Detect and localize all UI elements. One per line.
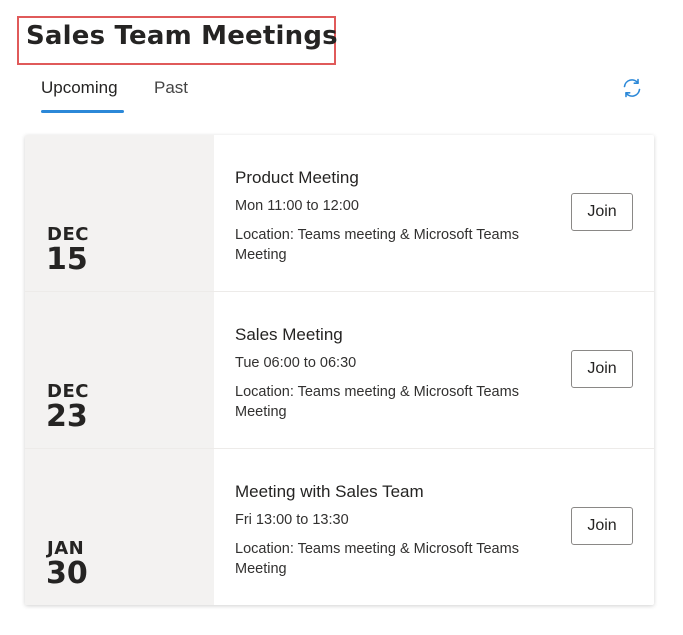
join-button[interactable]: Join bbox=[571, 507, 633, 545]
meeting-location: Location: Teams meeting & Microsoft Team… bbox=[235, 541, 519, 577]
date-column: DEC 23 bbox=[25, 292, 214, 448]
meeting-time: Mon 11:00 to 12:00 bbox=[235, 198, 359, 214]
meeting-title: Product Meeting bbox=[235, 168, 359, 187]
meeting-location: Location: Teams meeting & Microsoft Team… bbox=[235, 384, 519, 420]
meeting-title: Meeting with Sales Team bbox=[235, 482, 424, 501]
refresh-icon[interactable] bbox=[620, 76, 644, 100]
meeting-time: Tue 06:00 to 06:30 bbox=[235, 355, 357, 371]
active-tab-indicator bbox=[41, 110, 124, 113]
meeting-title: Sales Meeting bbox=[235, 325, 343, 344]
date-column: JAN 30 bbox=[25, 449, 214, 605]
meeting-item: DEC 23 Sales Meeting Tue 06:00 to 06:30 … bbox=[25, 292, 654, 449]
date-column: DEC 15 bbox=[25, 135, 214, 291]
meeting-day: 15 bbox=[46, 242, 88, 277]
meeting-time: Fri 13:00 to 13:30 bbox=[235, 512, 349, 528]
join-button[interactable]: Join bbox=[571, 350, 633, 388]
tab-past[interactable]: Past bbox=[154, 78, 188, 98]
tab-upcoming[interactable]: Upcoming bbox=[41, 78, 118, 98]
meeting-item: DEC 15 Product Meeting Mon 11:00 to 12:0… bbox=[25, 135, 654, 292]
meeting-day: 23 bbox=[46, 399, 88, 434]
page-title: Sales Team Meetings bbox=[26, 21, 338, 51]
meeting-item: JAN 30 Meeting with Sales Team Fri 13:00… bbox=[25, 449, 654, 605]
meeting-day: 30 bbox=[46, 556, 88, 591]
meeting-location: Location: Teams meeting & Microsoft Team… bbox=[235, 227, 519, 263]
meeting-list: DEC 15 Product Meeting Mon 11:00 to 12:0… bbox=[25, 135, 654, 605]
join-button[interactable]: Join bbox=[571, 193, 633, 231]
